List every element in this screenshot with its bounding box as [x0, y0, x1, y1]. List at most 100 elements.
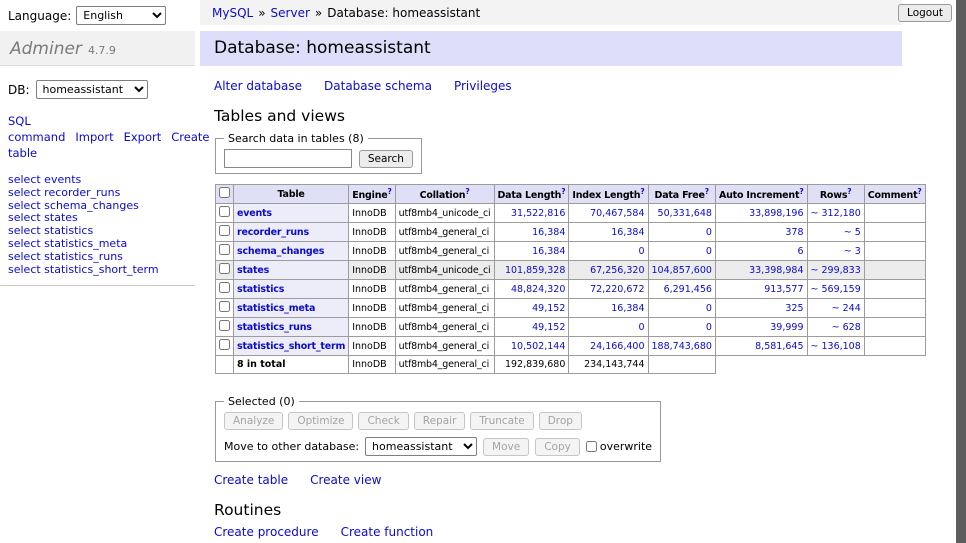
data-free-link[interactable]: 0: [706, 303, 712, 314]
scrollbar-thumb[interactable]: [956, 0, 966, 543]
index-length-link[interactable]: 70,467,584: [590, 208, 644, 219]
db-nav-link[interactable]: Privileges: [454, 79, 512, 93]
row-checkbox[interactable]: [219, 206, 230, 217]
sidebar-table-link[interactable]: select statistics_runs: [8, 251, 187, 264]
scrollbar[interactable]: [956, 0, 966, 543]
row-checkbox[interactable]: [219, 244, 230, 255]
select-all-checkbox[interactable]: [219, 187, 230, 198]
data-length-link[interactable]: 31,522,816: [511, 208, 565, 219]
selected-action-analyze-button[interactable]: Analyze: [224, 412, 283, 430]
row-checkbox[interactable]: [219, 320, 230, 331]
auto-increment-link[interactable]: 39,999: [770, 322, 803, 333]
db-select[interactable]: homeassistant: [36, 80, 148, 99]
help-link[interactable]: ?: [847, 187, 851, 196]
db-nav-link[interactable]: Database schema: [324, 79, 432, 93]
auto-increment-link[interactable]: 325: [785, 303, 803, 314]
overwrite-checkbox[interactable]: [586, 441, 597, 452]
help-link[interactable]: ?: [640, 187, 644, 196]
row-checkbox[interactable]: [219, 339, 230, 350]
language-select[interactable]: English: [76, 6, 166, 25]
data-length-link[interactable]: 49,152: [532, 303, 565, 314]
logout-button[interactable]: Logout: [898, 4, 952, 22]
auto-increment-link[interactable]: 913,577: [764, 284, 803, 295]
selected-action-repair-button[interactable]: Repair: [414, 412, 466, 430]
index-length-link[interactable]: 67,256,320: [590, 265, 644, 276]
table-name-link[interactable]: states: [237, 265, 269, 276]
data-free-link[interactable]: 50,331,648: [658, 208, 712, 219]
index-length-link[interactable]: 72,220,672: [590, 284, 644, 295]
breadcrumb-link-server[interactable]: Server: [271, 6, 310, 20]
index-length-link[interactable]: 16,384: [611, 303, 644, 314]
selected-action-optimize-button[interactable]: Optimize: [288, 412, 353, 430]
rows-link[interactable]: ~ 569,159: [811, 284, 861, 295]
sidebar-action-link[interactable]: SQL command: [8, 114, 65, 144]
create-view-link[interactable]: Create view: [310, 473, 381, 487]
selected-action-truncate-button[interactable]: Truncate: [470, 412, 533, 430]
data-free-link[interactable]: 0: [706, 227, 712, 238]
index-length-link[interactable]: 24,166,400: [590, 341, 644, 352]
move-button[interactable]: Move: [483, 438, 529, 456]
data-free-link[interactable]: 6,291,456: [664, 284, 712, 295]
rows-link[interactable]: ~ 5: [844, 227, 861, 238]
create-table-link[interactable]: Create table: [214, 473, 288, 487]
data-length-link[interactable]: 49,152: [532, 322, 565, 333]
help-link[interactable]: ?: [465, 187, 469, 196]
data-length-link[interactable]: 101,859,328: [505, 265, 565, 276]
table-name-link[interactable]: statistics_short_term: [237, 341, 345, 352]
auto-increment-link[interactable]: 33,398,984: [749, 265, 803, 276]
help-link[interactable]: ?: [705, 187, 709, 196]
index-length-link[interactable]: 16,384: [611, 227, 644, 238]
index-length-link[interactable]: 0: [638, 322, 644, 333]
copy-button[interactable]: Copy: [535, 438, 580, 456]
move-db-select[interactable]: homeassistant: [365, 437, 477, 456]
rows-link[interactable]: ~ 3: [844, 246, 861, 257]
rows-link[interactable]: ~ 312,180: [811, 208, 861, 219]
help-link[interactable]: ?: [561, 187, 565, 196]
table-name-link[interactable]: statistics_runs: [237, 322, 312, 333]
sidebar-table-link[interactable]: select statistics_meta: [8, 238, 187, 251]
data-length-link[interactable]: 48,824,320: [511, 284, 565, 295]
table-name-link[interactable]: statistics: [237, 284, 284, 295]
sidebar-action-link[interactable]: Export: [124, 130, 162, 144]
data-free-link[interactable]: 0: [706, 322, 712, 333]
data-length-link[interactable]: 16,384: [532, 246, 565, 257]
auto-increment-link[interactable]: 33,898,196: [749, 208, 803, 219]
selected-action-drop-button[interactable]: Drop: [539, 412, 582, 430]
breadcrumb-link-mysql[interactable]: MySQL: [212, 6, 253, 20]
app-name-link[interactable]: Adminer: [10, 39, 82, 59]
sidebar-table-link[interactable]: select statistics_short_term: [8, 264, 187, 277]
index-length-link[interactable]: 0: [638, 246, 644, 257]
sidebar-action-link[interactable]: Import: [75, 130, 113, 144]
help-link[interactable]: ?: [799, 187, 803, 196]
search-button[interactable]: Search: [359, 150, 413, 168]
auto-increment-link[interactable]: 378: [785, 227, 803, 238]
row-checkbox[interactable]: [219, 263, 230, 274]
help-link[interactable]: ?: [917, 187, 921, 196]
data-free-link[interactable]: 104,857,600: [652, 265, 712, 276]
row-checkbox[interactable]: [219, 282, 230, 293]
rows-link[interactable]: ~ 136,108: [811, 341, 861, 352]
help-link[interactable]: ?: [388, 187, 392, 196]
table-name-link[interactable]: statistics_meta: [237, 303, 315, 314]
table-name-link[interactable]: recorder_runs: [237, 227, 309, 238]
db-nav-link[interactable]: Alter database: [214, 79, 302, 93]
data-length-link[interactable]: 16,384: [532, 227, 565, 238]
auto-increment-link[interactable]: 8,581,645: [755, 341, 803, 352]
sidebar-table-link[interactable]: select events: [8, 174, 187, 187]
table-name-link[interactable]: events: [237, 208, 272, 219]
create-function-link[interactable]: Create function: [341, 525, 434, 539]
row-checkbox[interactable]: [219, 225, 230, 236]
table-name-link[interactable]: schema_changes: [237, 246, 324, 257]
rows-link[interactable]: ~ 628: [832, 322, 861, 333]
data-free-link[interactable]: 188,743,680: [652, 341, 712, 352]
row-checkbox[interactable]: [219, 301, 230, 312]
data-length-link[interactable]: 10,502,144: [511, 341, 565, 352]
sidebar-table-link[interactable]: select recorder_runs: [8, 187, 187, 200]
rows-link[interactable]: ~ 244: [832, 303, 861, 314]
rows-link[interactable]: ~ 299,833: [811, 265, 861, 276]
auto-increment-link[interactable]: 6: [797, 246, 803, 257]
search-input[interactable]: [224, 149, 352, 168]
selected-action-check-button[interactable]: Check: [358, 412, 408, 430]
create-procedure-link[interactable]: Create procedure: [214, 525, 319, 539]
data-free-link[interactable]: 0: [706, 246, 712, 257]
